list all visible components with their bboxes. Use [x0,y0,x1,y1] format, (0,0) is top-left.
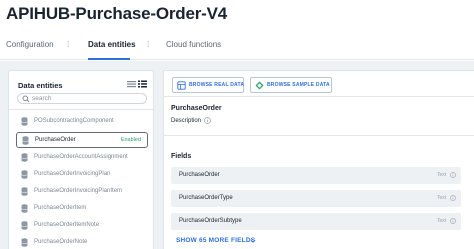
show-more-fields-link[interactable]: SHOW 65 MORE FIELDS [176,237,255,244]
database-icon [21,187,28,196]
field-row[interactable]: PurchaseOrderSubtype Text [171,213,461,230]
database-icon [21,221,28,230]
tab-data-entities[interactable]: Data entities [88,40,136,49]
browse-sample-data-icon [255,81,264,90]
entity-title: PurchaseOrder [171,105,222,112]
list-view-icon[interactable] [127,80,136,88]
field-name: PurchaseOrderType [179,195,233,201]
entity-name: POSubcontractingComponent [34,118,114,124]
field-type: Text [437,195,447,201]
divider [164,96,474,97]
tab-configuration[interactable]: Configuration [6,40,54,49]
entity-item-purchaseorderitemnote[interactable]: PurchaseOrderItemNote [16,218,148,234]
database-icon [21,153,28,162]
browse-sample-data-label: BROWSE SAMPLE DATA [267,82,330,88]
database-icon [21,238,28,247]
tab-separator: ⁞ [147,40,150,49]
fields-title: Fields [171,153,192,160]
browse-sample-data-button[interactable]: BROWSE SAMPLE DATA [250,77,332,93]
browse-real-data-label: BROWSE REAL DATA [189,82,245,88]
field-name: PurchaseOrderSubtype [179,218,242,224]
field-type: Text [437,218,447,224]
active-tab-indicator [88,58,130,60]
divider [164,135,474,136]
database-icon [21,204,28,213]
divider [9,109,153,110]
entity-item-purchaseorderinvoicingplan[interactable]: PurchaseOrderInvoicingPlan [16,167,148,183]
browse-real-data-icon [177,81,186,90]
search-input[interactable] [32,94,142,103]
field-name: PurchaseOrder [179,172,220,178]
search-icon [22,95,30,103]
chevron-down-icon[interactable] [250,238,256,244]
browse-real-data-button[interactable]: BROWSE REAL DATA [172,77,244,93]
description-label: Description [171,118,202,124]
field-row[interactable]: PurchaseOrderType Text [171,190,461,207]
entity-name: PurchaseOrderItem [34,205,87,211]
field-row[interactable]: PurchaseOrder Text [171,167,461,184]
entity-name: PurchaseOrderItemNote [34,222,100,228]
entity-name: PurchaseOrderAccountAssignment [34,154,128,160]
entity-name: PurchaseOrder [35,137,76,143]
search-field[interactable] [17,93,147,104]
database-icon [22,136,29,145]
entity-item-posubcontractingcomponent[interactable]: POSubcontractingComponent [16,114,148,130]
entity-item-purchaseorder[interactable]: PurchaseOrder Enabled [16,132,148,148]
entity-name: PurchaseOrderInvoicingPlanItem [34,188,123,194]
entity-item-purchaseorderinvoicingplanitem[interactable]: PurchaseOrderInvoicingPlanItem [16,184,148,200]
tab-separator: ⁞ [67,40,70,49]
entity-item-purchaseorderaccountassignment[interactable]: PurchaseOrderAccountAssignment [16,150,148,166]
data-entities-panel: Data entities POSubcontractingComponent … [8,70,154,249]
entity-item-purchaseordernote[interactable]: PurchaseOrderNote [16,235,148,249]
tab-bar: Configuration ⁞ Data entities ⁞ Cloud fu… [0,34,474,60]
field-type: Text [437,172,447,178]
database-icon [21,170,28,179]
status-badge: Enabled [120,137,141,143]
table-view-icon[interactable] [138,80,147,88]
entity-details-panel: BROWSE REAL DATA BROWSE SAMPLE DATA Purc… [163,70,474,249]
entity-item-purchaseorderitem[interactable]: PurchaseOrderItem [16,201,148,217]
info-icon[interactable] [204,117,211,124]
info-icon[interactable] [450,195,456,201]
page-title: APIHUB-Purchase-Order-V4 [6,4,227,23]
panel-title: Data entities [18,81,63,90]
entity-name: PurchaseOrderInvoicingPlan [34,171,111,177]
tab-cloud-functions[interactable]: Cloud functions [166,40,221,49]
entity-name: PurchaseOrderNote [34,239,88,245]
database-icon [21,117,28,126]
info-icon[interactable] [450,218,456,224]
info-icon[interactable] [450,172,456,178]
